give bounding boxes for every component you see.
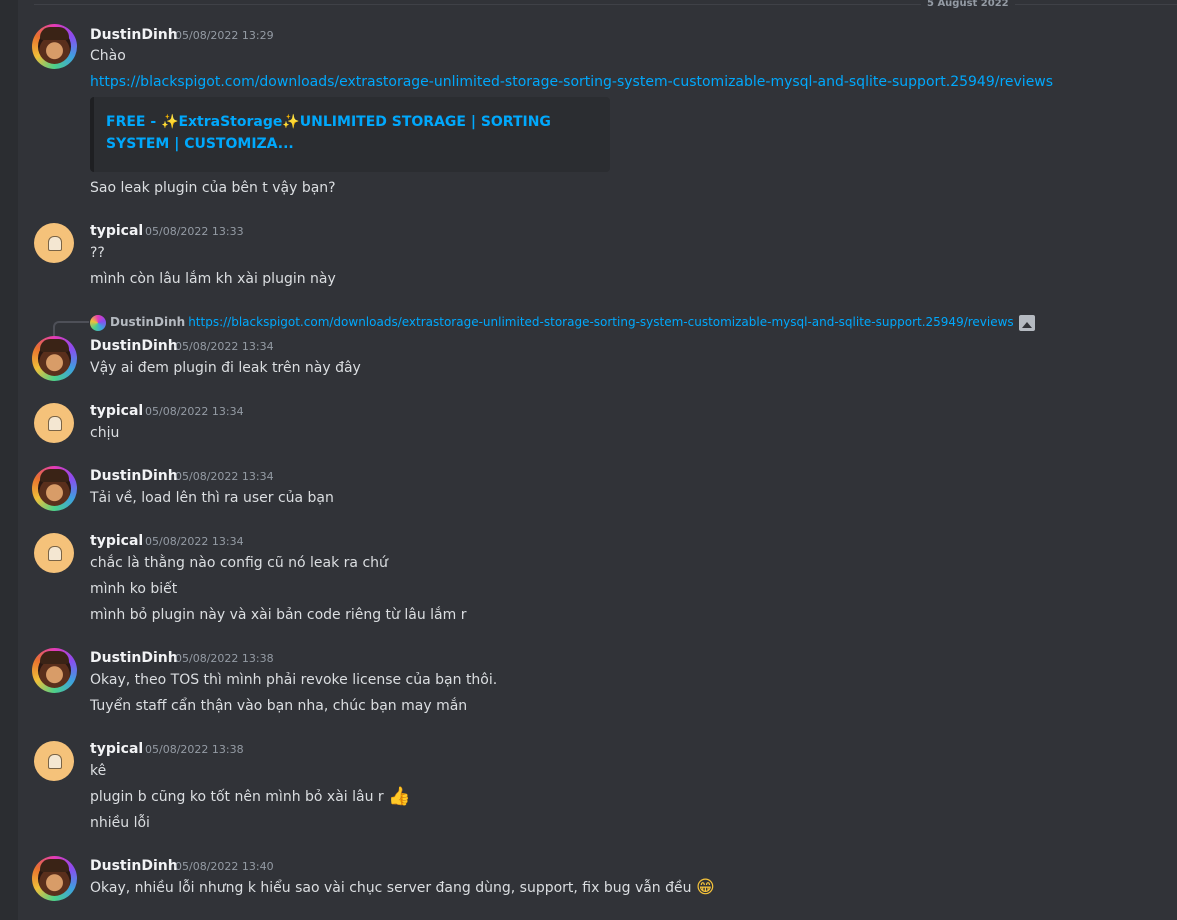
message-text: mình ko biết <box>90 581 178 597</box>
username[interactable]: DustinDinh <box>90 337 178 355</box>
timestamp: 05/08/2022 13:34 <box>145 535 244 548</box>
message-text: mình còn lâu lắm kh xài plugin này <box>90 271 336 287</box>
timestamp: 05/08/2022 13:29 <box>175 29 274 42</box>
avatar[interactable] <box>32 336 77 381</box>
avatar[interactable] <box>34 741 74 781</box>
link-embed: FREE - ✨ExtraStorage✨UNLIMITED STORAGE |… <box>90 97 610 172</box>
message-text: Tải về, load lên thì ra user của bạn <box>90 490 334 506</box>
timestamp: 05/08/2022 13:34 <box>145 405 244 418</box>
avatar[interactable] <box>34 533 74 573</box>
thumbs-up-emoji[interactable]: 👍 <box>388 787 410 807</box>
message-link[interactable]: https://blackspigot.com/downloads/extras… <box>90 72 1053 92</box>
message-text: Vậy ai đem plugin đi leak trên này đây <box>90 360 361 376</box>
message-text: mình bỏ plugin này và xài bản code riêng… <box>90 607 467 623</box>
timestamp: 05/08/2022 13:40 <box>175 860 274 873</box>
username[interactable]: DustinDinh <box>90 857 178 875</box>
reply-avatar <box>90 314 106 331</box>
reply-preview[interactable]: DustinDinh https://blackspigot.com/downlo… <box>90 312 1035 332</box>
message-text: nhiều lỗi <box>90 815 150 831</box>
date-divider-label: 5 August 2022 <box>921 0 1015 9</box>
avatar[interactable] <box>34 223 74 263</box>
avatar[interactable] <box>32 24 77 69</box>
grin-emoji[interactable]: 😁 <box>696 878 715 898</box>
image-icon <box>1018 314 1035 331</box>
message-text: plugin b cũng ko tốt nên mình bỏ xài lâu… <box>90 787 411 807</box>
reply-username[interactable]: DustinDinh <box>110 315 185 329</box>
avatar[interactable] <box>32 856 77 901</box>
timestamp: 05/08/2022 13:34 <box>175 340 274 353</box>
message-text: Okay, theo TOS thì mình phải revoke lice… <box>90 672 498 688</box>
username[interactable]: DustinDinh <box>90 649 178 667</box>
avatar[interactable] <box>34 403 74 443</box>
timestamp: 05/08/2022 13:38 <box>175 652 274 665</box>
timestamp: 05/08/2022 13:33 <box>145 225 244 238</box>
avatar[interactable] <box>32 466 77 511</box>
username[interactable]: typical <box>90 740 143 758</box>
message-text-span: Okay, nhiều lỗi nhưng k hiểu sao vài chụ… <box>90 880 692 896</box>
embed-title-link[interactable]: FREE - ✨ExtraStorage✨UNLIMITED STORAGE |… <box>106 111 598 155</box>
username[interactable]: typical <box>90 402 143 420</box>
message-text-span: plugin b cũng ko tốt nên mình bỏ xài lâu… <box>90 789 384 805</box>
message-text: Okay, nhiều lỗi nhưng k hiểu sao vài chụ… <box>90 878 715 898</box>
left-sidebar-edge <box>0 0 18 920</box>
username[interactable]: typical <box>90 222 143 240</box>
timestamp: 05/08/2022 13:34 <box>175 470 274 483</box>
message-text: ?? <box>90 245 105 261</box>
date-divider: 5 August 2022 <box>34 0 1177 9</box>
username[interactable]: typical <box>90 532 143 550</box>
message-text: chắc là thằng nào config cũ nó leak ra c… <box>90 555 388 571</box>
message-text: Sao leak plugin của bên t vậy bạn? <box>90 180 336 196</box>
message-text: Tuyển staff cẩn thận vào bạn nha, chúc b… <box>90 698 468 714</box>
message-text: chịu <box>90 425 120 441</box>
username[interactable]: DustinDinh <box>90 26 178 44</box>
timestamp: 05/08/2022 13:38 <box>145 743 244 756</box>
username[interactable]: DustinDinh <box>90 467 178 485</box>
message-text: kê <box>90 763 107 779</box>
message-text: Chào <box>90 48 126 64</box>
reply-connector <box>53 321 89 337</box>
reply-link[interactable]: https://blackspigot.com/downloads/extras… <box>188 315 1013 329</box>
avatar[interactable] <box>32 648 77 693</box>
